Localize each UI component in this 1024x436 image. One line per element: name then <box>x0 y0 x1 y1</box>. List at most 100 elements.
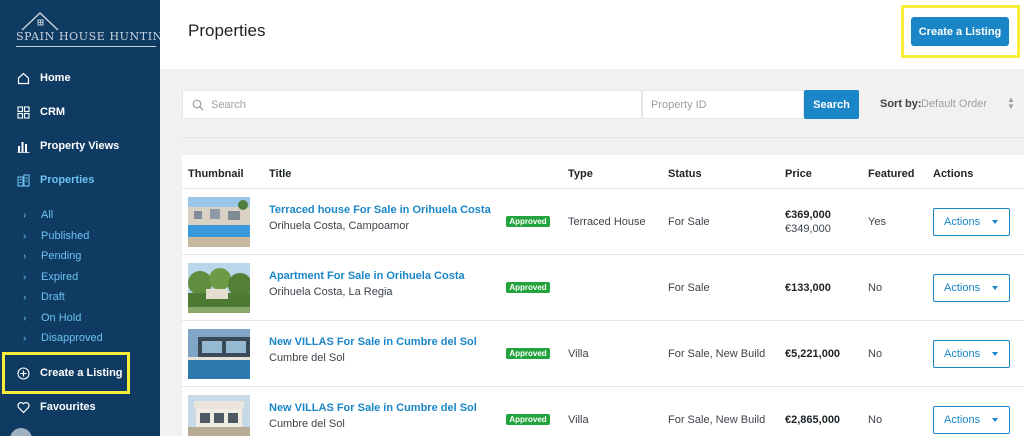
table-row: Terraced house For Sale in Orihuela Cost… <box>182 189 1024 255</box>
chevron-right-icon: › <box>23 209 27 221</box>
sidebar-item-label: Favourites <box>40 401 96 413</box>
property-location: Cumbre del Sol <box>269 418 345 430</box>
sidebar-item-label: CRM <box>40 106 66 118</box>
highlight-box <box>901 5 1020 58</box>
table-row: New VILLAS For Sale in Cumbre del Sol Cu… <box>182 387 1024 436</box>
sidebar-subitem-label: Pending <box>41 250 82 262</box>
property-price: €5,221,000 <box>785 348 841 360</box>
property-thumbnail[interactable] <box>188 395 250 436</box>
actions-label: Actions <box>944 216 981 228</box>
brand-name: SPAIN HOUSE HUNTING <box>16 30 173 43</box>
search-placeholder: Search <box>211 98 246 111</box>
property-title-link[interactable]: Apartment For Sale in Orihuela Costa <box>269 270 465 282</box>
actions-dropdown[interactable]: Actions <box>933 208 1010 236</box>
property-thumbnail[interactable] <box>188 263 250 313</box>
chevron-right-icon: › <box>23 312 27 324</box>
chevron-right-icon: › <box>23 230 27 242</box>
column-header: Status <box>668 168 702 180</box>
sidebar-subitem-label: On Hold <box>41 312 82 324</box>
property-status: For Sale, New Build <box>668 348 766 360</box>
property-location: Cumbre del Sol <box>269 352 345 364</box>
property-featured: Yes <box>868 216 886 228</box>
property-title-link[interactable]: New VILLAS For Sale in Cumbre del Sol <box>269 402 477 414</box>
sidebar-subitem-pending[interactable]: › Pending <box>0 247 160 265</box>
sidebar-item-properties[interactable]: Properties <box>0 166 160 194</box>
table-row: Apartment For Sale in Orihuela Costa Ori… <box>182 255 1024 321</box>
status-badge: Approved <box>506 216 550 227</box>
property-price: €133,000 <box>785 282 831 294</box>
sidebar-subitem-label: Disapproved <box>41 332 103 344</box>
property-location: Orihuela Costa, Campoamor <box>269 220 410 232</box>
property-type: Villa <box>568 348 589 360</box>
property-type: Terraced House <box>568 216 646 228</box>
property-price: €369,000 <box>785 209 831 221</box>
sidebar-subitem-label: Published <box>41 230 90 242</box>
brand-logo[interactable]: SPAIN HOUSE HUNTING <box>14 8 172 48</box>
table-row: New VILLAS For Sale in Cumbre del Sol Cu… <box>182 321 1024 387</box>
search-icon <box>192 99 204 111</box>
column-header: Title <box>269 168 292 180</box>
property-price-secondary: €349,000 <box>785 223 831 235</box>
actions-label: Actions <box>944 414 981 426</box>
sidebar: SPAIN HOUSE HUNTING Home CRM Property Vi… <box>0 0 172 436</box>
caret-down-icon <box>992 352 998 356</box>
caret-down-icon <box>992 418 998 422</box>
sidebar-subitem-published[interactable]: › Published <box>0 227 160 245</box>
column-header: Featured <box>868 168 915 180</box>
sidebar-subitem-draft[interactable]: › Draft <box>0 288 160 306</box>
sort-arrows-icon[interactable]: ▲ ▼ <box>1007 96 1015 111</box>
actions-dropdown[interactable]: Actions <box>933 274 1010 302</box>
sidebar-item-label: Properties <box>40 174 95 186</box>
grid-icon <box>15 104 31 120</box>
chevron-right-icon: › <box>23 250 27 262</box>
filter-bar: Search Property ID Search Sort by: Defau… <box>182 90 1024 120</box>
sidebar-item-crm[interactable]: CRM <box>0 98 160 126</box>
sidebar-item-label: Home <box>40 72 71 84</box>
chevron-right-icon: › <box>23 271 27 283</box>
page-header: Properties Create a Listing <box>160 0 1024 69</box>
sidebar-subitem-all[interactable]: › All <box>0 206 160 224</box>
caret-down-icon <box>992 286 998 290</box>
sort-label: Sort by: <box>880 98 922 110</box>
chevron-right-icon: › <box>23 332 27 344</box>
sidebar-subitem-disapproved[interactable]: › Disapproved <box>0 329 160 347</box>
sort-select[interactable]: Default Order <box>921 98 987 110</box>
property-featured: No <box>868 348 883 360</box>
sidebar-item-favourites[interactable]: Favourites <box>0 393 160 421</box>
property-title-link[interactable]: New VILLAS For Sale in Cumbre del Sol <box>269 336 477 348</box>
sidebar-item-property-views[interactable]: Property Views <box>0 132 160 160</box>
property-featured: No <box>868 414 883 426</box>
actions-label: Actions <box>944 282 981 294</box>
property-status: For Sale <box>668 216 710 228</box>
highlight-box <box>2 352 130 394</box>
search-input[interactable]: Search <box>182 90 642 119</box>
page-title: Properties <box>188 21 266 40</box>
actions-dropdown[interactable]: Actions <box>933 340 1010 368</box>
divider <box>182 137 1024 138</box>
sidebar-subitem-expired[interactable]: › Expired <box>0 268 160 286</box>
property-title-link[interactable]: Terraced house For Sale in Orihuela Cost… <box>269 204 491 216</box>
status-badge: Approved <box>506 414 550 425</box>
bar-chart-icon <box>15 138 31 154</box>
actions-dropdown[interactable]: Actions <box>933 406 1010 434</box>
sidebar-subitem-label: All <box>41 209 54 221</box>
sidebar-subitem-label: Draft <box>41 291 65 303</box>
search-button[interactable]: Search <box>804 90 859 119</box>
property-thumbnail[interactable] <box>188 197 250 247</box>
avatar[interactable] <box>10 428 32 436</box>
sidebar-item-home[interactable]: Home <box>0 64 160 92</box>
sidebar-subitem-on-hold[interactable]: › On Hold <box>0 309 160 327</box>
chevron-right-icon: › <box>23 291 27 303</box>
property-id-input[interactable]: Property ID <box>642 90 804 119</box>
caret-down-icon <box>992 220 998 224</box>
sidebar-item-label: Property Views <box>40 140 120 152</box>
status-badge: Approved <box>506 348 550 359</box>
column-header: Thumbnail <box>188 168 244 180</box>
column-header: Price <box>785 168 812 180</box>
property-featured: No <box>868 282 883 294</box>
building-icon <box>15 172 31 188</box>
heart-icon <box>15 399 31 415</box>
actions-label: Actions <box>944 348 981 360</box>
property-thumbnail[interactable] <box>188 329 250 379</box>
status-badge: Approved <box>506 282 550 293</box>
